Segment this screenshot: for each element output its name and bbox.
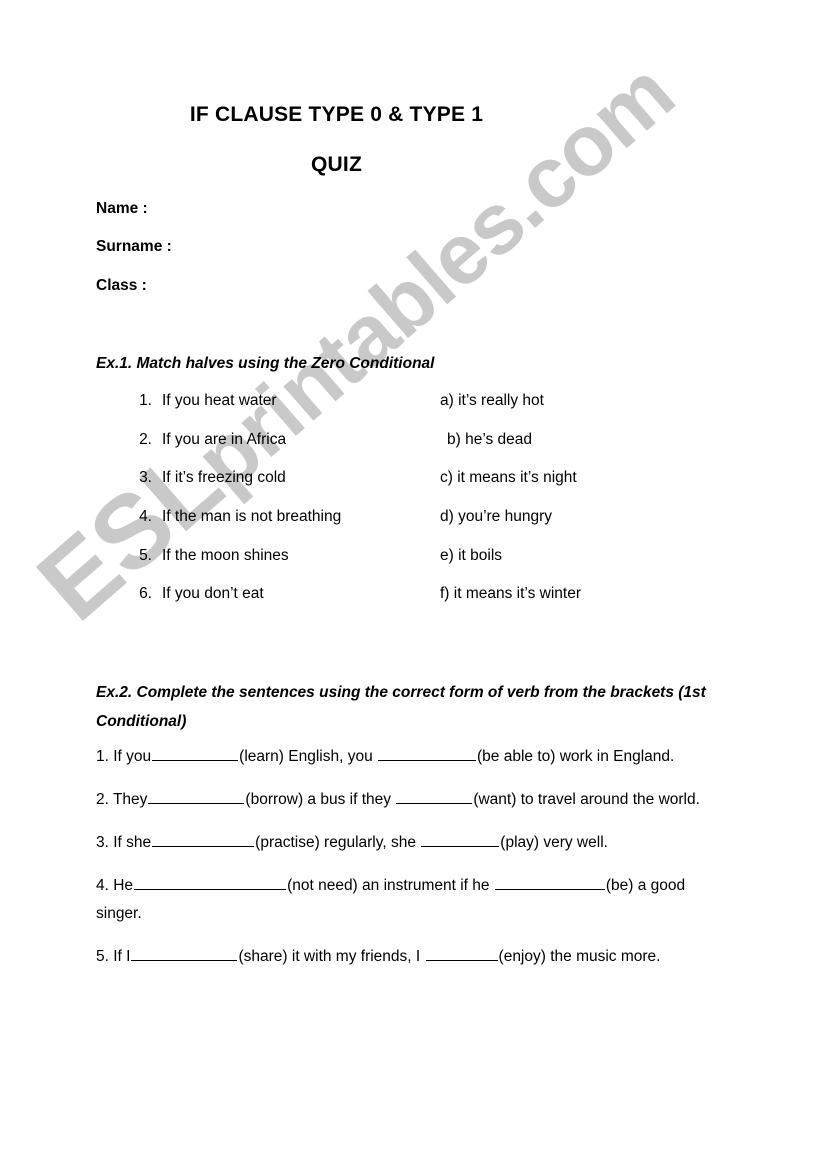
answer-blank[interactable] [378,746,477,761]
match-item-number: 6. [139,585,152,603]
answer-blank[interactable] [425,946,498,961]
match-item-premise: If the man is not breathing [162,508,342,526]
fill-in-sentence: 3. If she (practise) regularly, she (play… [96,829,724,857]
match-row: 5. If the moon shines e) it boils [0,547,821,586]
match-item-number: 1. [139,392,152,409]
match-item-option: d) you’re hungry [440,508,553,526]
answer-blank[interactable] [494,875,605,890]
match-item-number: 2. [139,430,152,448]
exercise-2-sentence-list: 1. If you (learn) English, you (be able t… [96,743,724,986]
worksheet-page: ESLprintables.com IF CLAUSE TYPE 0 & TYP… [0,0,821,1161]
match-item-premise: If you heat water [162,392,277,409]
match-item-option: b) he’s dead [447,430,533,448]
match-row: 1. If you heat water a) it’s really hot [0,392,821,431]
answer-blank[interactable] [396,789,473,804]
match-item-number: 3. [139,469,152,487]
answer-blank[interactable] [421,832,500,847]
exercise-2-heading: Ex.2. Complete the sentences using the c… [96,684,706,730]
fill-in-sentence: 2. They (borrow) a bus if they (want) to … [96,786,724,814]
match-item-premise: If it’s freezing cold [162,469,286,487]
page-subtitle: QUIZ [311,153,362,176]
sentence-segment: (share) it with my friends, I [238,948,421,965]
match-item-premise: If the moon shines [162,546,289,564]
match-item-option: a) it’s really hot [440,392,544,409]
answer-blank[interactable] [148,789,245,804]
name-field-label: Name : [96,200,148,217]
sentence-segment: (want) to travel around the world. [473,791,700,808]
exercise-1-heading: Ex.1. Match halves using the Zero Condit… [96,355,435,372]
fill-in-sentence: 4. He (not need) an instrument if he (be)… [96,872,724,928]
match-item-premise: If you are in Africa [162,430,287,448]
sentence-segment: 1. If you [96,748,152,765]
sentence-segment: 3. If she [96,834,152,851]
sentence-segment: 2. They [96,791,148,808]
answer-blank[interactable] [152,832,255,847]
surname-field-label: Surname : [96,238,172,255]
match-item-option: e) it boils [440,546,503,564]
sentence-segment: (borrow) a bus if they [245,791,392,808]
exercise-1-matching-list: 1. If you heat water a) it’s really hot 2. I… [0,392,821,624]
match-item-option: f) it means it’s winter [440,585,581,603]
match-row: 6. If you don’t eat f) it means it’s winte… [0,585,821,624]
sentence-segment: 5. If I [96,948,131,965]
page-title: IF CLAUSE TYPE 0 & TYPE 1 [189,103,484,126]
answer-blank[interactable] [134,875,287,890]
class-field-label: Class : [96,277,147,294]
sentence-segment: (learn) English, you [239,748,373,765]
sentence-segment: (not need) an instrument if he [287,877,490,894]
sentence-segment: (play) very well. [500,834,608,851]
fill-in-sentence: 5. If I (share) it with my friends, I (en… [96,943,724,971]
sentence-segment: (practise) regularly, she [255,834,416,851]
sentence-segment: (enjoy) the music more. [498,948,661,965]
match-item-number: 5. [139,546,152,564]
answer-blank[interactable] [131,946,238,961]
match-item-number: 4. [139,508,152,526]
match-item-option: c) it means it’s night [440,469,577,487]
fill-in-sentence: 1. If you (learn) English, you (be able t… [96,743,724,771]
match-row: 2. If you are in Africa b) he’s dead [0,431,821,470]
match-item-premise: If you don’t eat [162,585,264,603]
match-row: 3. If it’s freezing cold c) it means it’s … [0,469,821,508]
match-row: 4. If the man is not breathing d) you’re h… [0,508,821,547]
sentence-segment: (be able to) work in England. [477,748,675,765]
sentence-segment: 4. He [96,877,134,894]
answer-blank[interactable] [152,746,239,761]
